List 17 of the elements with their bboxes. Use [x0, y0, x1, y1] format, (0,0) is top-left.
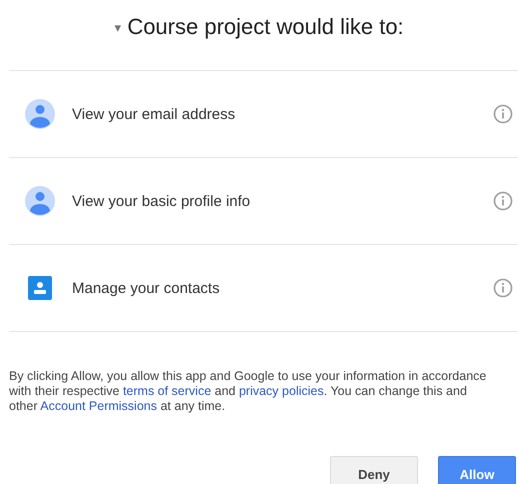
link[interactable]: privacy policies	[238, 384, 324, 398]
link[interactable]: terms of service	[122, 384, 212, 398]
permission-label: View your basic profile info	[72, 192, 252, 210]
permission-label: Manage your contacts	[72, 280, 221, 296]
dialog-title: Course project would like to:	[127, 14, 404, 40]
deny-button[interactable]: Deny	[330, 456, 418, 484]
link[interactable]: Account Permissions	[40, 399, 157, 413]
info-icon[interactable]	[493, 104, 513, 124]
permission-label: View your email address	[72, 106, 236, 122]
consent-text: By clicking Allow, you allow this app and Google to use your information in accordance with their respective terms of service and privacy policies. You can change this and other Account Permissions at any time.	[9, 369, 488, 414]
person-icon	[25, 186, 55, 216]
info-icon[interactable]	[493, 278, 513, 298]
contact-card-icon	[28, 276, 52, 300]
caret-icon[interactable]: ▾	[114, 20, 122, 34]
info-icon[interactable]	[493, 191, 513, 211]
allow-button[interactable]: Allow	[438, 456, 516, 484]
person-icon	[25, 99, 55, 129]
